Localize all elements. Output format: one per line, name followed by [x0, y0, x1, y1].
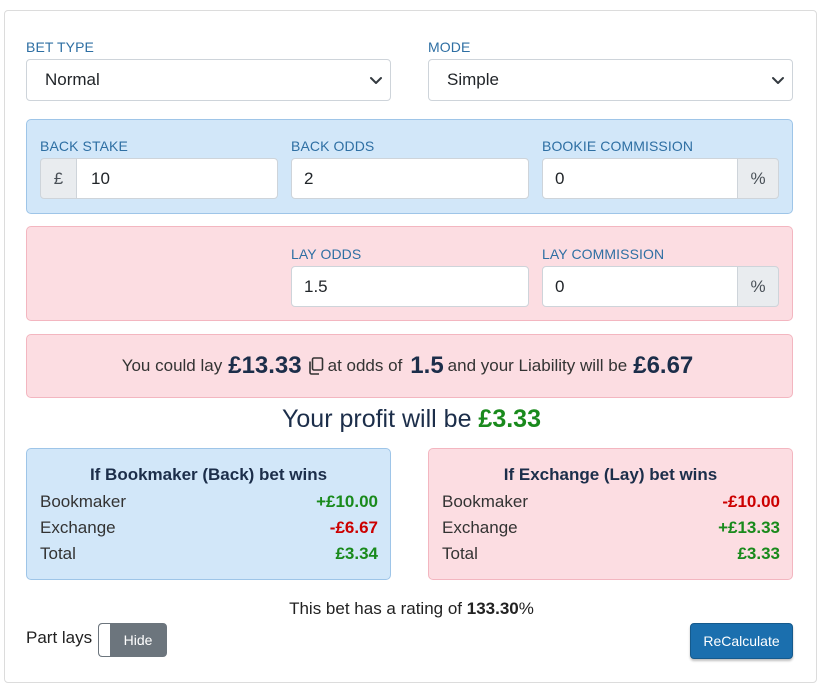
back-odds-value: 2: [304, 168, 314, 188]
copy-icon[interactable]: [308, 357, 324, 375]
rating-prefix: This bet has a rating of: [289, 599, 463, 618]
row-value: +£10.00: [316, 492, 378, 511]
mode-label: MODE: [428, 39, 471, 55]
back-stake-label: BACK STAKE: [40, 138, 128, 154]
back-wins-row-exchange: Exchange -£6.67: [40, 518, 378, 538]
row-label: Total: [442, 544, 478, 563]
back-stake-input[interactable]: 10: [76, 158, 278, 199]
lay-commission-label: LAY COMMISSION: [542, 246, 665, 262]
back-odds-label: BACK ODDS: [291, 138, 375, 154]
lay-result-box: You could lay £13.33 at odds of 1.5 and …: [26, 334, 793, 398]
back-wins-title: If Bookmaker (Back) bet wins: [89, 465, 328, 484]
bookie-commission-label: BOOKIE COMMISSION: [542, 138, 694, 154]
bet-type-select[interactable]: Normal: [26, 59, 391, 101]
percent-addon: %: [737, 266, 779, 307]
rating-suffix: %: [518, 599, 534, 618]
lay-commission-value: 0: [555, 276, 565, 296]
row-value: £3.33: [737, 544, 780, 563]
recalculate-button[interactable]: ReCalculate: [690, 623, 793, 659]
row-value: -£6.67: [329, 518, 378, 537]
lay-wins-row-exchange: Exchange +£13.33: [442, 518, 780, 538]
lay-wins-title: If Exchange (Lay) bet wins: [503, 465, 718, 484]
chevron-down-icon: [370, 77, 382, 84]
lay-commission-input[interactable]: 0: [542, 266, 738, 307]
back-wins-panel: If Bookmaker (Back) bet wins Bookmaker +…: [26, 448, 391, 580]
row-value: +£13.33: [718, 518, 780, 537]
toggle-label: Hide: [123, 632, 153, 648]
lay-odds-input[interactable]: 1.5: [291, 266, 529, 307]
profit-line: Your profit will be £3.33: [0, 405, 823, 434]
currency-addon: £: [40, 158, 77, 199]
row-label: Exchange: [442, 518, 518, 537]
part-lays-label: Part lays: [26, 628, 93, 647]
percent-addon: %: [737, 158, 779, 199]
lay-odds-amount: 1.5: [410, 352, 444, 379]
back-wins-row-bookmaker: Bookmaker +£10.00: [40, 492, 378, 512]
mode-value: Simple: [447, 70, 499, 89]
row-label: Total: [40, 544, 76, 563]
lay-wins-row-bookmaker: Bookmaker -£10.00: [442, 492, 780, 512]
row-value: -£10.00: [722, 492, 780, 511]
lay-wins-panel: If Exchange (Lay) bet wins Bookmaker -£1…: [428, 448, 793, 580]
profit-text: Your profit will be: [282, 405, 472, 433]
lay-wins-row-total: Total £3.33: [442, 544, 780, 564]
back-stake-value: 10: [91, 168, 110, 188]
lay-odds-value: 1.5: [304, 276, 328, 296]
chevron-down-icon: [772, 77, 784, 84]
bet-rating: This bet has a rating of 133.30%: [0, 599, 823, 619]
lay-odds-label: LAY ODDS: [291, 246, 362, 262]
bet-type-value: Normal: [45, 70, 100, 89]
part-lays-toggle[interactable]: Hide: [98, 623, 167, 657]
result-mid: at odds of: [327, 356, 403, 375]
back-wins-row-total: Total £3.34: [40, 544, 378, 564]
back-odds-input[interactable]: 2: [291, 158, 529, 199]
row-label: Bookmaker: [442, 492, 528, 511]
lay-stake-amount: £13.33: [228, 352, 302, 379]
profit-amount: £3.33: [478, 405, 541, 433]
bet-type-label: BET TYPE: [26, 39, 94, 55]
rating-value: 133.30: [466, 599, 519, 618]
result-suffix: and your Liability will be: [447, 356, 628, 375]
toggle-knob: [99, 624, 110, 656]
row-label: Bookmaker: [40, 492, 126, 511]
mode-select[interactable]: Simple: [428, 59, 793, 101]
row-value: £3.34: [335, 544, 378, 563]
row-label: Exchange: [40, 518, 116, 537]
liability-amount: £6.67: [633, 352, 694, 379]
bookie-commission-value: 0: [555, 168, 565, 188]
result-prefix: You could lay: [121, 356, 223, 375]
bookie-commission-input[interactable]: 0: [542, 158, 738, 199]
